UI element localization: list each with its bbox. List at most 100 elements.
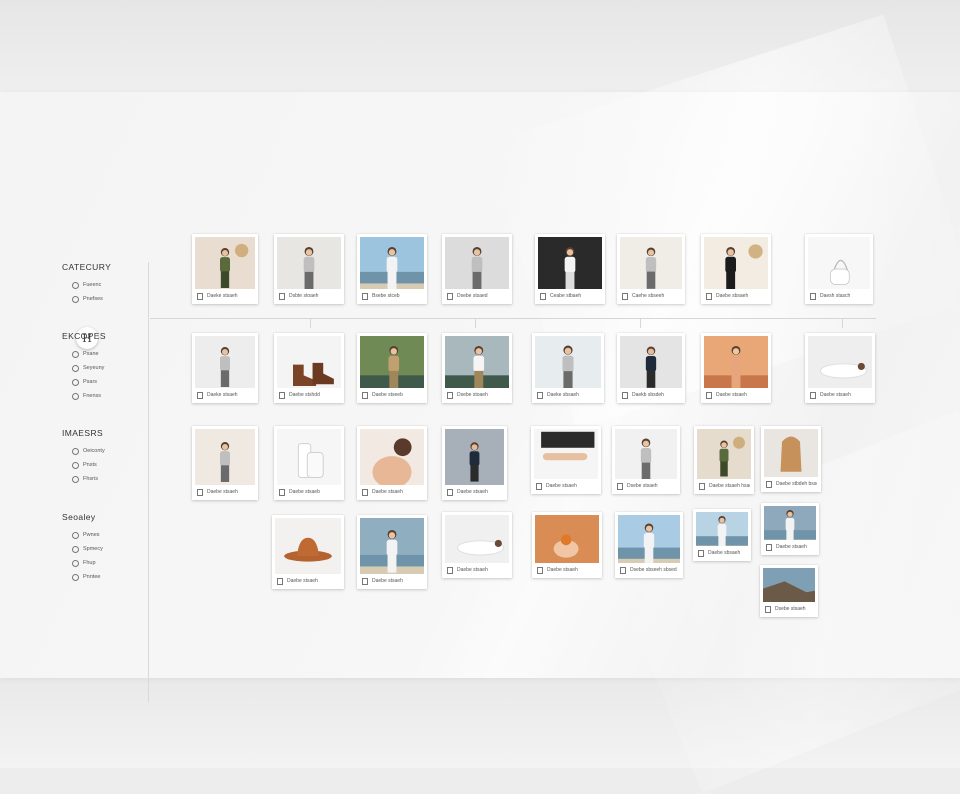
image-card[interactable]: Dsebe stsaeh xyxy=(760,565,818,617)
image-caption-text: Daebe stsaeh xyxy=(457,567,488,573)
image-caption-text: Daebe stsaeh xyxy=(547,567,578,573)
image-card[interactable]: Daebe stsaeh xyxy=(357,515,427,589)
woman-lace-lying-photo xyxy=(445,515,509,563)
image-card[interactable]: Daebe stsaeh hsaeeb xyxy=(694,426,754,494)
woman-beach-photo xyxy=(360,237,424,289)
image-caption-text: Daebe stsaeh xyxy=(546,483,577,489)
sidebar-item[interactable]: Pnsts xyxy=(72,458,105,472)
white-boots-photo xyxy=(277,429,341,485)
image-caption: Dsebe stsaeh xyxy=(765,605,814,613)
image-caption: Daebe stsaeh xyxy=(706,391,767,399)
image-caption-text: Daesh stasch xyxy=(820,293,850,299)
image-card[interactable]: Dsebe sbseeh sbsed xyxy=(615,512,683,578)
image-card[interactable]: Daeke stsaeh xyxy=(192,234,258,304)
sidebar-group-title: CATECURY xyxy=(62,262,111,272)
sidebar-item-label: Pnefses xyxy=(83,296,103,302)
file-icon xyxy=(362,293,368,300)
image-caption: Daebe stsaeh xyxy=(447,566,508,574)
file-icon xyxy=(810,392,816,399)
image-caption: Daebe stshdd xyxy=(279,391,340,399)
radio-icon xyxy=(72,574,79,581)
image-card[interactable]: Daebe stsaeh xyxy=(357,426,427,500)
image-card[interactable]: Daebe stsaeh xyxy=(532,512,602,578)
image-caption: Daebe stseeb xyxy=(362,391,423,399)
image-card[interactable]: Dsebe stsaeh xyxy=(612,426,680,494)
image-caption: Ceabe stbaeh xyxy=(540,292,601,300)
image-caption-text: Daeke sbsaeh xyxy=(547,392,579,398)
image-caption-text: Caehe sbseeh xyxy=(632,293,664,299)
sidebar-item[interactable]: Oeiconty xyxy=(72,444,105,458)
image-card[interactable]: Daebe stseeb xyxy=(357,333,427,403)
file-icon xyxy=(540,293,546,300)
floor-background xyxy=(0,678,960,768)
image-card[interactable]: Daebe stsaeh xyxy=(442,426,507,500)
image-card[interactable]: Daebe sbsaeh xyxy=(693,509,751,561)
sidebar-item[interactable]: Fhup xyxy=(72,556,103,570)
sidebar-item[interactable]: Fhsris xyxy=(72,472,105,486)
woman-black-top-photo xyxy=(704,237,768,289)
image-card[interactable]: Daebe stsaeh xyxy=(761,503,819,555)
image-card[interactable]: Daeke stsaeh xyxy=(192,333,258,403)
radio-icon xyxy=(72,393,79,400)
image-caption: Daebe stsaeh xyxy=(536,482,597,490)
image-card[interactable]: Daebe stsaeh xyxy=(442,512,512,578)
image-caption-text: Bsebe stceb xyxy=(372,293,400,299)
file-icon xyxy=(617,483,623,490)
woman-shore-photo xyxy=(696,512,748,546)
sidebar-item[interactable]: Psars xyxy=(72,375,106,389)
sidebar-item[interactable]: Spmecy xyxy=(72,542,103,556)
hands-orange-photo xyxy=(535,515,599,563)
image-card[interactable]: Bsebe stceb xyxy=(357,234,427,304)
file-icon xyxy=(279,392,285,399)
sidebar-item[interactable]: Pxane xyxy=(72,347,106,361)
file-icon xyxy=(620,567,626,574)
image-card[interactable]: Daebe stsaeh xyxy=(272,515,344,589)
brown-boots-photo xyxy=(277,336,341,388)
sidebar-item-label: Fhsris xyxy=(83,476,98,482)
radio-icon xyxy=(72,546,79,553)
sidebar-item-label: Pnntee xyxy=(83,574,100,580)
woman-sea-walk-photo xyxy=(360,518,424,574)
wall-background xyxy=(0,0,960,92)
image-caption: Daeke stsaeh xyxy=(197,391,254,399)
file-icon xyxy=(362,578,368,585)
sidebar-item[interactable]: Seyeuny xyxy=(72,361,106,375)
woman-white-top-photo xyxy=(615,429,677,479)
image-card[interactable]: Daebe sbsaeh xyxy=(701,234,771,304)
file-icon xyxy=(698,550,704,557)
file-icon xyxy=(699,483,705,490)
image-card[interactable]: Dsbte stoaeh xyxy=(274,234,344,304)
woman-beige-photo xyxy=(620,237,682,289)
image-card[interactable]: Dsebe stoaeh xyxy=(442,333,512,403)
image-card[interactable]: Daebe stbdeh bssedf xyxy=(761,426,821,492)
image-caption: Dsbte stoaeh xyxy=(279,292,340,300)
image-card[interactable]: Daebe stsaeh xyxy=(805,333,875,403)
woman-sitting-grass-photo xyxy=(535,336,601,388)
sidebar-item[interactable]: Pnefses xyxy=(72,292,111,306)
image-caption: Daebe sbsaeh xyxy=(698,549,747,557)
woman-dancing-photo xyxy=(445,237,509,289)
connector-tick xyxy=(842,318,843,328)
image-caption: Daebe stsaeh xyxy=(277,577,340,585)
image-caption: Daebe sbsaeh xyxy=(706,292,767,300)
image-card[interactable]: Daeke sbsaeh xyxy=(532,333,604,403)
image-card[interactable]: Caehe sbseeh xyxy=(617,234,685,304)
sidebar-item[interactable]: Fueenc xyxy=(72,278,111,292)
image-card[interactable]: Daebe stshdd xyxy=(274,333,344,403)
woman-waves-photo xyxy=(764,506,816,540)
image-card[interactable]: Daebe stsaeh xyxy=(701,333,771,403)
arm-pose-photo xyxy=(534,429,598,479)
image-card[interactable]: Ceabe stbaeh xyxy=(535,234,605,304)
image-caption-text: Daekb sbsdeh xyxy=(632,392,664,398)
sidebar-item-label: Fhup xyxy=(83,560,96,566)
image-card[interactable]: Daebe stsaeh xyxy=(531,426,601,494)
image-card[interactable]: Daebe stsaeh xyxy=(192,426,258,500)
sidebar-item[interactable]: Pnntee xyxy=(72,570,103,584)
image-caption: Daebe stsaeh xyxy=(362,488,423,496)
sidebar-item[interactable]: Pwnes xyxy=(72,528,103,542)
image-card[interactable]: Dsebe stsaed xyxy=(442,234,512,304)
image-card[interactable]: Daebe stsaeb xyxy=(274,426,344,500)
image-card[interactable]: Daekb sbsdeh xyxy=(617,333,685,403)
image-card[interactable]: Daesh stasch xyxy=(805,234,873,304)
sidebar-item[interactable]: Fnenss xyxy=(72,389,106,403)
